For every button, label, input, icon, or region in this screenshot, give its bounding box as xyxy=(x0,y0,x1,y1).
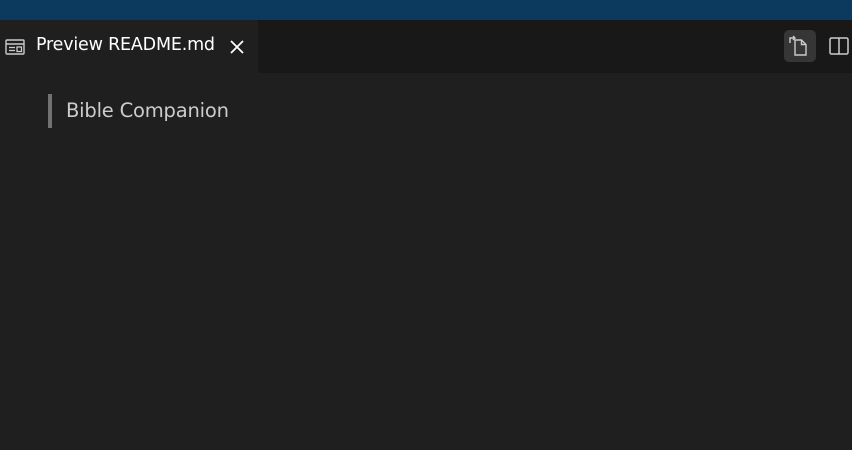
markdown-preview[interactable]: Bible Companion xyxy=(0,73,852,450)
open-source-icon xyxy=(784,35,816,66)
split-editor-icon xyxy=(826,37,852,66)
tab-label: Preview README.md xyxy=(36,35,215,55)
editor-tab-bar: Preview README.md xyxy=(0,20,852,73)
blockquote: Bible Companion xyxy=(48,94,229,128)
close-icon[interactable] xyxy=(226,36,248,58)
title-bar-strip xyxy=(0,0,852,20)
split-editor-button[interactable] xyxy=(826,30,852,62)
blockquote-text: Bible Companion xyxy=(66,99,229,122)
open-source-button[interactable] xyxy=(784,30,816,62)
preview-icon xyxy=(4,37,26,57)
tab-preview-readme[interactable]: Preview README.md xyxy=(0,20,258,73)
